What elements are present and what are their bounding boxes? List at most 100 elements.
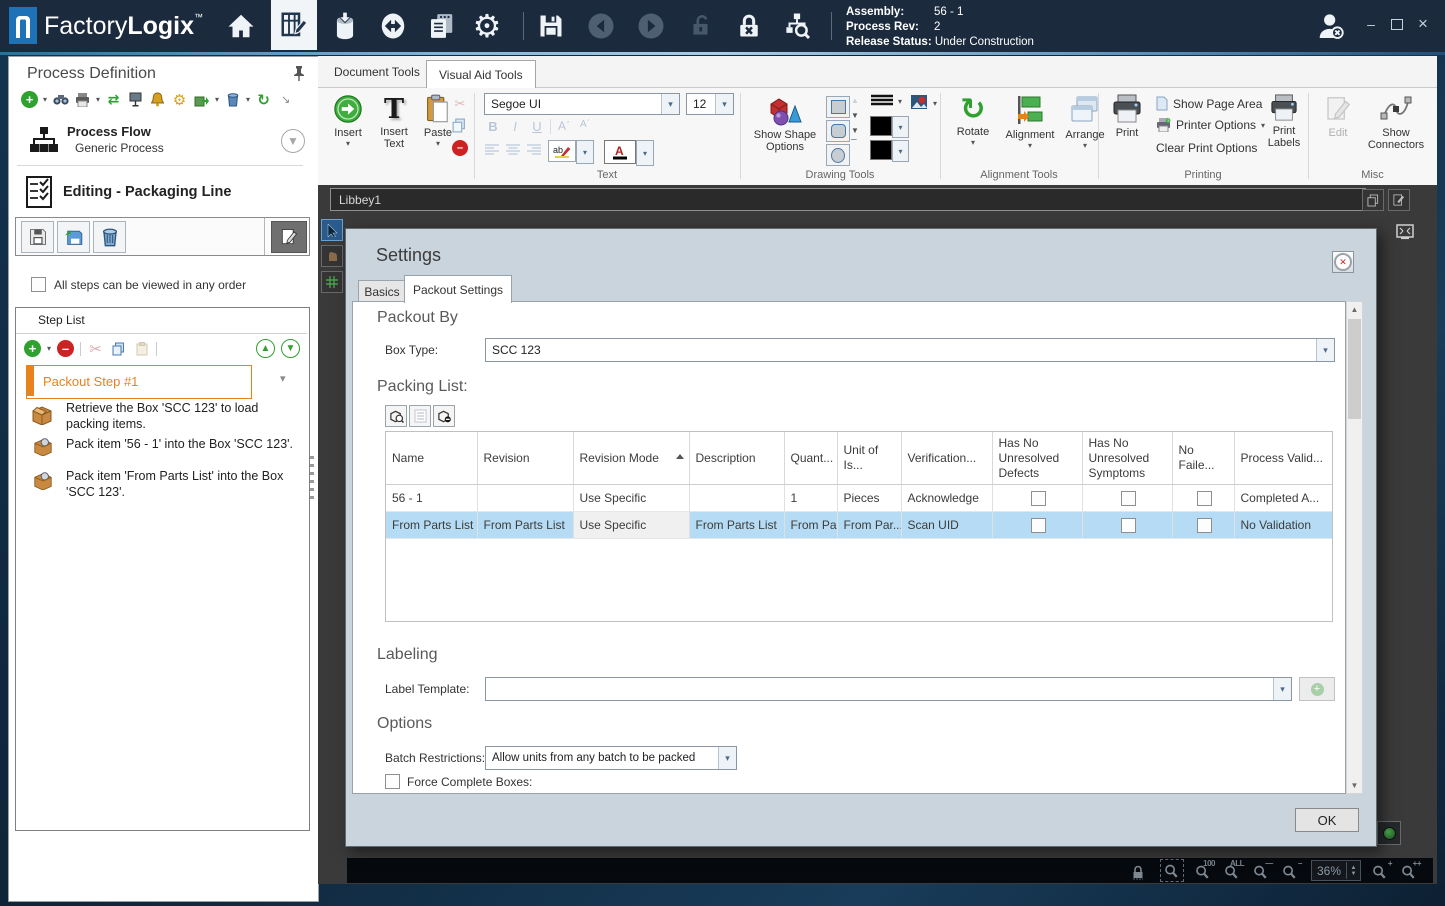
chevron-down-icon[interactable]: ▾ xyxy=(1273,678,1291,700)
col-revision-mode[interactable]: Revision Mode xyxy=(573,432,690,485)
find-box-button[interactable] xyxy=(385,405,407,427)
ok-button[interactable]: OK xyxy=(1295,808,1359,832)
canvas-copy-button[interactable] xyxy=(1362,189,1384,211)
zoom-in-fast-icon[interactable]: ++ xyxy=(1401,859,1422,880)
edit-list-button-disabled[interactable] xyxy=(409,405,431,427)
edit-button-disabled[interactable]: Edit xyxy=(1318,94,1358,139)
defects-checkbox[interactable] xyxy=(1030,490,1046,506)
pan-tool-button[interactable] xyxy=(321,245,343,267)
printer-options-button[interactable]: ? Printer Options ▾ xyxy=(1156,118,1265,132)
clear-print-options-button[interactable]: Clear Print Options xyxy=(1156,141,1257,155)
logout-user-button[interactable] xyxy=(1314,9,1348,43)
refresh-icon[interactable]: ↻ xyxy=(255,91,272,109)
zoom-out-icon[interactable]: – xyxy=(1282,859,1302,880)
col-no-failed[interactable]: No Faile... xyxy=(1172,432,1235,485)
underline-button[interactable]: U xyxy=(528,119,546,134)
rotate-button[interactable]: ↻ Rotate ▾ xyxy=(950,94,996,148)
ellipse-shape-button[interactable] xyxy=(826,144,850,166)
process-designer-button-active[interactable] xyxy=(271,0,317,50)
settings-gear-button[interactable]: ⚙ xyxy=(470,8,504,44)
step-activity[interactable]: Pack item '56 - 1' into the Box 'SCC 123… xyxy=(66,436,296,452)
lock-zoom-icon[interactable] xyxy=(1131,862,1149,880)
italic-button[interactable]: I xyxy=(506,119,524,134)
home-button[interactable] xyxy=(224,9,258,43)
font-color-picker[interactable]: A ▾ xyxy=(604,140,654,166)
cut-icon[interactable]: ✂ xyxy=(452,96,468,112)
line-color-picker[interactable]: ▾ xyxy=(870,116,909,138)
move-step-down-icon[interactable]: ▼ xyxy=(281,339,300,358)
col-has-no-unresolved-defects[interactable]: Has No Unresolved Defects xyxy=(992,432,1083,485)
sync-button[interactable] xyxy=(376,9,410,43)
lock-close-button[interactable] xyxy=(732,9,766,43)
box-type-select[interactable]: SCC 123 ▾ xyxy=(485,338,1335,362)
any-order-checkbox[interactable] xyxy=(31,277,46,292)
font-size-select[interactable]: 12 ▾ xyxy=(686,93,734,115)
remove-box-item-button[interactable] xyxy=(433,405,455,427)
fit-screen-icon[interactable] xyxy=(1396,223,1414,244)
bell-icon[interactable] xyxy=(149,91,166,108)
print-labels-button[interactable]: Print Labels xyxy=(1262,94,1306,149)
tab-document-tools[interactable]: Document Tools xyxy=(322,60,432,84)
zoom-out-fast-icon[interactable]: –– xyxy=(1253,859,1273,880)
align-right-icon[interactable] xyxy=(526,143,542,157)
unlock-button[interactable] xyxy=(684,9,718,43)
trash-icon[interactable] xyxy=(224,91,241,108)
document-name-field[interactable]: Libbey1 xyxy=(330,188,1366,211)
col-revision[interactable]: Revision xyxy=(477,432,574,485)
zoom-level-spinner[interactable]: 36% ▲ ▼ xyxy=(1311,860,1361,881)
transfer-icon[interactable]: ⇄ xyxy=(105,91,122,108)
bold-button[interactable]: B xyxy=(484,119,502,134)
no-failed-checkbox[interactable] xyxy=(1196,517,1212,533)
no-failed-checkbox[interactable] xyxy=(1196,490,1212,506)
col-has-no-unresolved-symptoms[interactable]: Has No Unresolved Symptoms xyxy=(1082,432,1173,485)
scroll-up-icon[interactable]: ▲ xyxy=(851,96,859,105)
binoculars-icon[interactable] xyxy=(52,91,69,108)
active-step-item[interactable]: Packout Step #1 xyxy=(26,365,252,399)
expand-corner-icon[interactable]: ↘ xyxy=(277,91,294,108)
label-template-select[interactable]: ▾ xyxy=(485,677,1292,701)
scroll-down-icon[interactable]: ▼ xyxy=(851,111,859,120)
record-indicator-button[interactable] xyxy=(1377,821,1401,845)
col-unit[interactable]: Unit of Is... xyxy=(837,432,902,485)
add-step-icon[interactable]: + xyxy=(24,340,41,357)
symptoms-checkbox[interactable] xyxy=(1120,490,1136,506)
save-as-button[interactable] xyxy=(57,221,90,253)
align-center-icon[interactable] xyxy=(505,143,521,157)
grid-tool-button[interactable] xyxy=(321,271,343,293)
col-quantity[interactable]: Quant... xyxy=(784,432,838,485)
alignment-button[interactable]: Alignment ▾ xyxy=(1002,94,1058,150)
show-connectors-button[interactable]: Show Connectors xyxy=(1364,94,1428,151)
move-step-up-icon[interactable]: ▲ xyxy=(256,339,275,358)
zoom-in-icon[interactable]: + xyxy=(1372,859,1393,880)
dialog-close-button[interactable]: ✕ xyxy=(1332,251,1354,273)
delete-process-button[interactable] xyxy=(93,221,126,253)
remove-step-icon[interactable]: – xyxy=(57,340,75,357)
packing-list-row[interactable]: 56 - 1 Use Specific 1 Pieces Acknowledge… xyxy=(386,484,1332,512)
edit-mode-button[interactable] xyxy=(271,221,307,253)
dialog-scrollbar[interactable]: ▲ ▼ xyxy=(1346,301,1363,794)
tab-visual-aid-tools[interactable]: Visual Aid Tools xyxy=(426,60,536,88)
back-button[interactable] xyxy=(584,9,618,43)
chevron-down-icon[interactable]: ▾ xyxy=(636,140,654,166)
tab-basics[interactable]: Basics xyxy=(358,280,406,302)
zoom-all-icon[interactable]: ALL xyxy=(1224,859,1245,880)
rectangle-shape-button[interactable] xyxy=(826,96,850,118)
chevron-down-icon[interactable]: ▾ xyxy=(661,94,679,114)
align-left-icon[interactable] xyxy=(484,143,500,157)
fill-color-picker[interactable]: ▾ xyxy=(870,140,909,162)
zoom-selection-icon[interactable] xyxy=(1160,859,1184,882)
batch-restrictions-select[interactable]: Allow units from any batch to be packed ▾ xyxy=(485,746,737,770)
symptoms-checkbox[interactable] xyxy=(1120,517,1136,533)
forward-button[interactable] xyxy=(634,9,668,43)
print-icon[interactable] xyxy=(74,91,91,108)
packing-list-row-selected[interactable]: From Parts List From Parts List Use Spec… xyxy=(386,511,1332,539)
paste-icon[interactable] xyxy=(133,340,150,357)
save-process-button[interactable] xyxy=(21,221,54,253)
export-icon[interactable] xyxy=(193,91,210,108)
show-page-area-button[interactable]: Show Page Area xyxy=(1156,96,1262,111)
col-process-validation[interactable]: Process Valid... xyxy=(1234,432,1332,485)
defects-checkbox[interactable] xyxy=(1030,517,1046,533)
delete-icon[interactable]: – xyxy=(452,140,468,156)
copy-icon[interactable] xyxy=(452,118,466,136)
window-maximize-button[interactable] xyxy=(1386,14,1408,34)
